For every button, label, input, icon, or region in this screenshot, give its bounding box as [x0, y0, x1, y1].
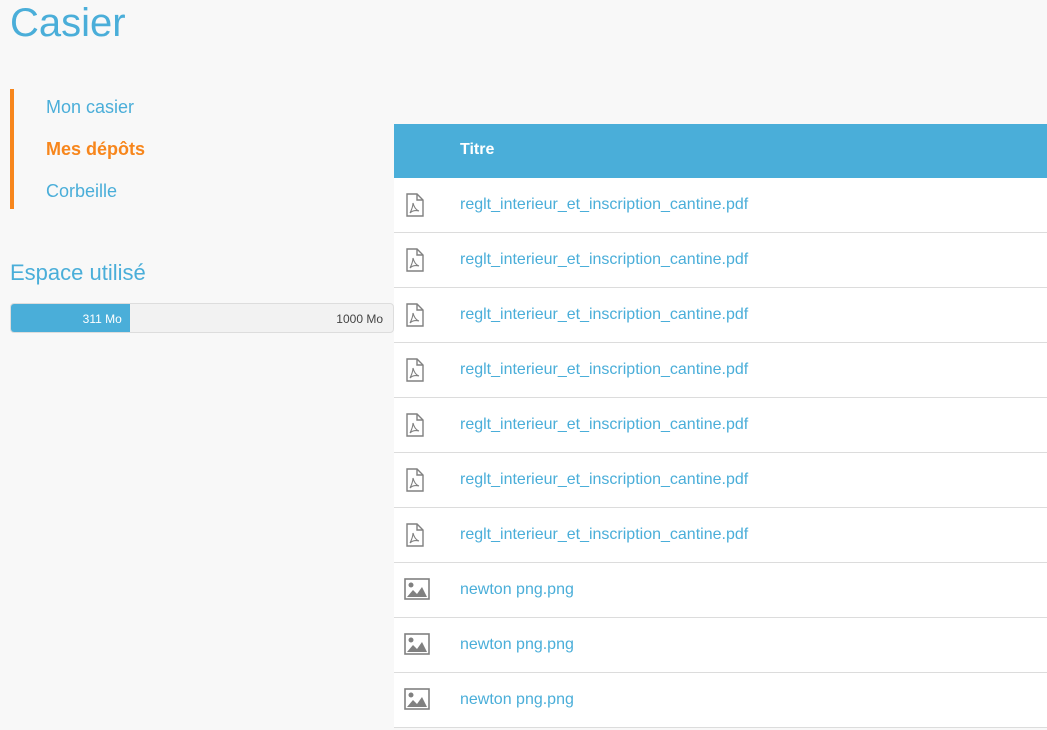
table-row[interactable]: newton png.png [394, 563, 1047, 618]
usage-progress-fill: 311 Mo [11, 304, 130, 332]
file-name-link[interactable]: reglt_interieur_et_inscription_cantine.p… [460, 471, 748, 489]
nav-item-mon-casier[interactable]: Mon casier [46, 96, 134, 118]
table-header: Titre [394, 124, 1047, 178]
table-row[interactable]: reglt_interieur_et_inscription_cantine.p… [394, 178, 1047, 233]
usage-total-label: 1000 Mo [336, 312, 383, 326]
pdf-file-icon [404, 193, 430, 217]
pdf-file-icon [404, 468, 430, 492]
image-file-icon [404, 688, 430, 712]
nav-item-mes-depots[interactable]: Mes dépôts [46, 138, 145, 160]
file-name-link[interactable]: newton png.png [460, 691, 574, 709]
pdf-file-icon [404, 358, 430, 382]
page-title: Casier [10, 1, 126, 45]
pdf-file-icon [404, 303, 430, 327]
file-name-link[interactable]: reglt_interieur_et_inscription_cantine.p… [460, 306, 748, 324]
table-row[interactable]: reglt_interieur_et_inscription_cantine.p… [394, 343, 1047, 398]
file-name-link[interactable]: reglt_interieur_et_inscription_cantine.p… [460, 526, 748, 544]
usage-progress-bar: 311 Mo 1000 Mo [10, 303, 394, 333]
usage-used-label: 311 Mo [82, 312, 122, 326]
side-nav: Mon casier Mes dépôts Corbeille [10, 89, 310, 209]
file-name-link[interactable]: newton png.png [460, 636, 574, 654]
table-row[interactable]: newton png.png [394, 618, 1047, 673]
image-file-icon [404, 633, 430, 657]
file-name-link[interactable]: reglt_interieur_et_inscription_cantine.p… [460, 416, 748, 434]
pdf-file-icon [404, 413, 430, 437]
table-row[interactable]: reglt_interieur_et_inscription_cantine.p… [394, 398, 1047, 453]
table-row[interactable]: reglt_interieur_et_inscription_cantine.p… [394, 288, 1047, 343]
image-file-icon [404, 578, 430, 602]
table-row[interactable]: reglt_interieur_et_inscription_cantine.p… [394, 233, 1047, 288]
nav-item-corbeille[interactable]: Corbeille [46, 180, 117, 202]
pdf-file-icon [404, 523, 430, 547]
pdf-file-icon [404, 248, 430, 272]
file-name-link[interactable]: reglt_interieur_et_inscription_cantine.p… [460, 361, 748, 379]
column-header-title[interactable]: Titre [460, 141, 494, 159]
file-name-link[interactable]: reglt_interieur_et_inscription_cantine.p… [460, 251, 748, 269]
file-name-link[interactable]: reglt_interieur_et_inscription_cantine.p… [460, 196, 748, 214]
table-row[interactable]: reglt_interieur_et_inscription_cantine.p… [394, 453, 1047, 508]
table-row[interactable]: reglt_interieur_et_inscription_cantine.p… [394, 508, 1047, 563]
table-row[interactable]: newton png.png [394, 673, 1047, 728]
file-name-link[interactable]: newton png.png [460, 581, 574, 599]
usage-title: Espace utilisé [10, 260, 146, 285]
files-table: Titre reglt_interieur_et_inscription_can… [394, 124, 1047, 728]
